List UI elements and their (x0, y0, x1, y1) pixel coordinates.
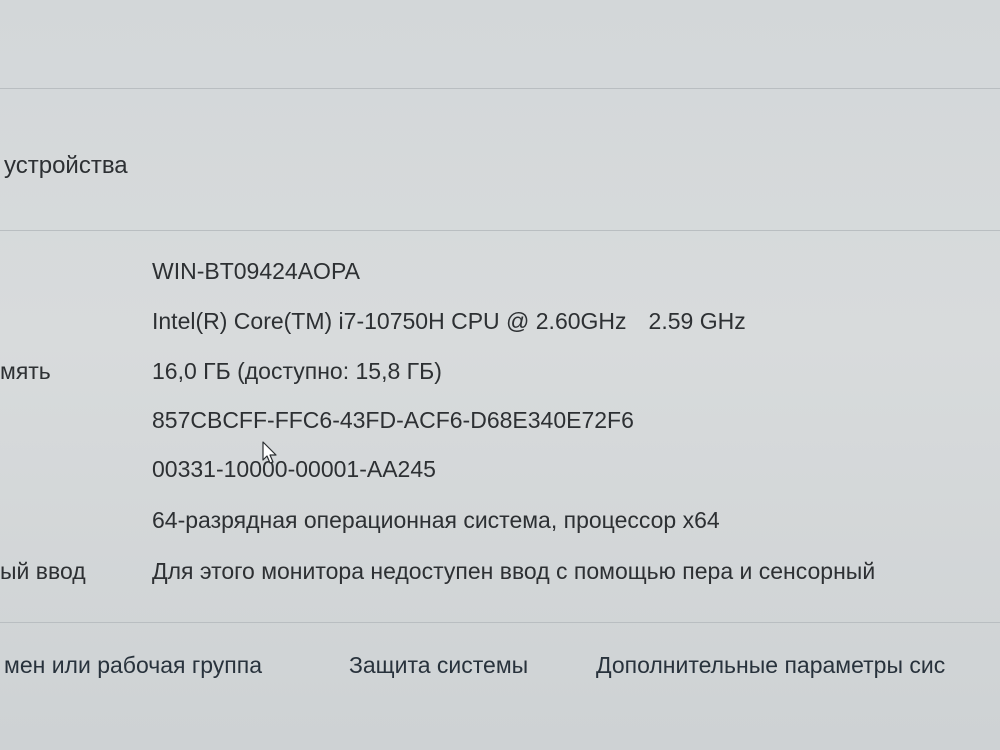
spec-row-device-name: WIN-BT09424AOPA (0, 258, 1000, 298)
product-id-value: 00331-10000-00001-AA245 (152, 456, 436, 482)
domain-workgroup-link[interactable]: мен или рабочая группа (4, 652, 262, 679)
device-name-value: WIN-BT09424AOPA (152, 258, 360, 284)
device-id-value: 857CBCFF-FFC6-43FD-ACF6-D68E340E72F6 (152, 407, 634, 433)
related-links: мен или рабочая группа Защита системы До… (0, 652, 1000, 692)
ram-label: мять (0, 358, 51, 384)
ram-value: 16,0 ГБ (доступно: 15,8 ГБ) (152, 358, 442, 384)
section-divider (0, 230, 1000, 231)
spec-row-processor: Intel(R) Core(TM) i7-10750H CPU @ 2.60GH… (0, 308, 1000, 348)
links-divider (0, 622, 1000, 623)
section-title: устройства (4, 152, 128, 179)
spec-row-ram: мять 16,0 ГБ (доступно: 15,8 ГБ) (0, 358, 1000, 398)
processor-name: Intel(R) Core(TM) i7-10750H CPU @ 2.60GH… (152, 308, 627, 334)
processor-value: Intel(R) Core(TM) i7-10750H CPU @ 2.60GH… (152, 308, 746, 335)
about-device-page: устройства WIN-BT09424AOPA Intel(R) Core… (0, 0, 1000, 750)
processor-speed: 2.59 GHz (648, 308, 746, 334)
system-protection-link[interactable]: Защита системы (349, 652, 528, 679)
pen-touch-value: Для этого монитора недоступен ввод с пом… (152, 558, 876, 584)
top-divider (0, 88, 1000, 89)
system-type-value: 64-разрядная операционная система, проце… (152, 507, 720, 533)
advanced-settings-link[interactable]: Дополнительные параметры сис (596, 652, 945, 679)
pen-touch-label: ый ввод (0, 558, 86, 584)
spec-row-pen-touch: ый ввод Для этого монитора недоступен вв… (0, 558, 1000, 598)
mouse-pointer-icon (262, 441, 277, 464)
spec-row-system-type: 64-разрядная операционная система, проце… (0, 507, 1000, 547)
spec-row-device-id: 857CBCFF-FFC6-43FD-ACF6-D68E340E72F6 (0, 407, 1000, 447)
spec-row-product-id: 00331-10000-00001-AA245 (0, 456, 1000, 496)
